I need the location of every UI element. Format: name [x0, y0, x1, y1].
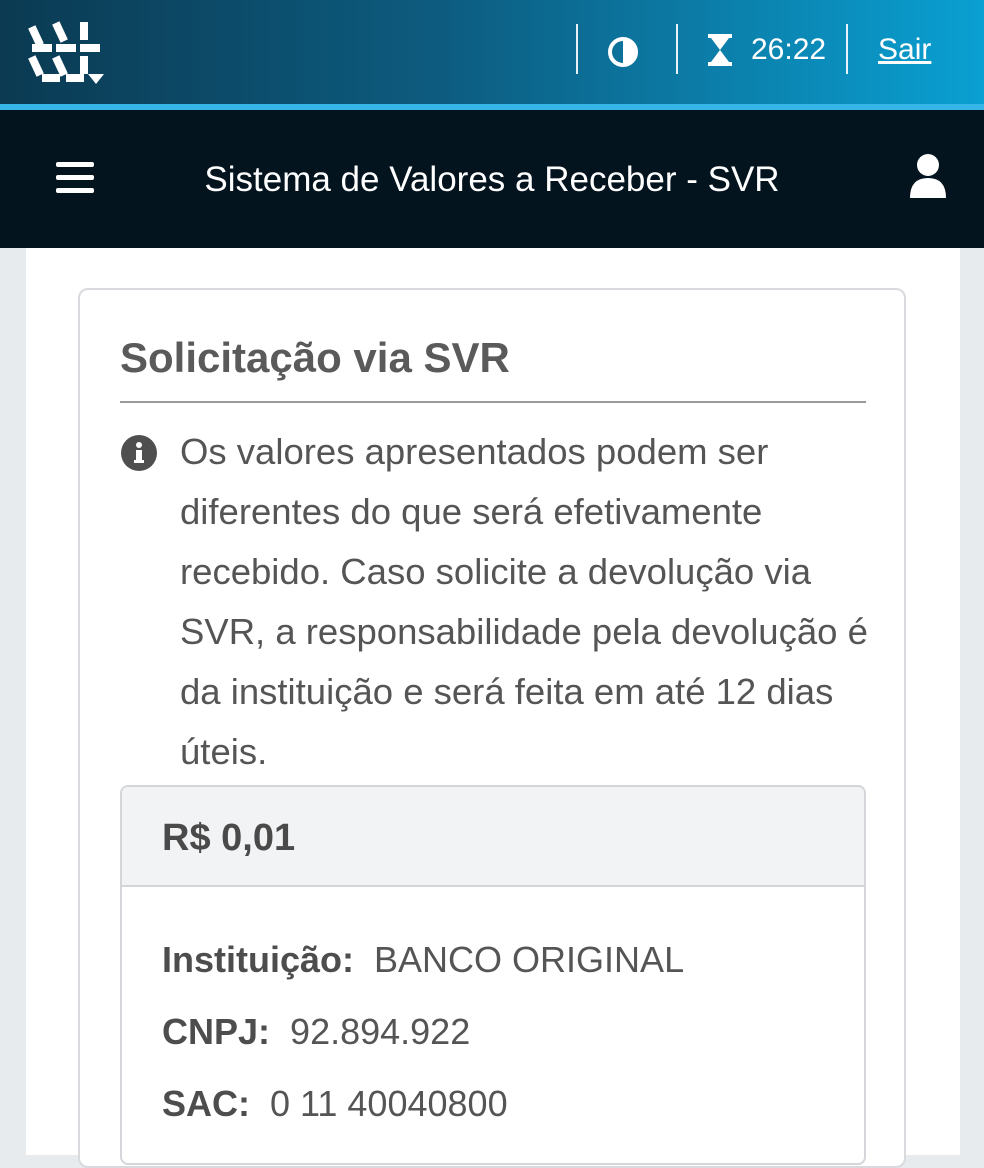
- value-card: R$ 0,01 Instituição: BANCO ORIGINAL CNPJ…: [120, 785, 866, 1165]
- user-icon[interactable]: [906, 152, 950, 200]
- hourglass-icon: [708, 34, 732, 66]
- sac-label: SAC:: [162, 1083, 250, 1124]
- contrast-icon[interactable]: [607, 36, 639, 68]
- session-timer: 26:22: [751, 33, 827, 66]
- divider: [576, 24, 578, 74]
- info-message: Os valores apresentados podem ser difere…: [180, 431, 868, 772]
- cnpj-value: 92.894.922: [290, 1011, 471, 1052]
- sac-value: 0 11 40040800: [270, 1083, 508, 1124]
- info-icon: [121, 435, 157, 471]
- value-header: R$ 0,01: [122, 787, 864, 887]
- sac-row: SAC: 0 11 40040800: [162, 1081, 508, 1127]
- divider: [676, 24, 678, 74]
- card-title: Solicitação via SVR: [120, 334, 510, 381]
- app-title: Sistema de Valores a Receber - SVR: [204, 160, 780, 199]
- gov-logo-icon[interactable]: [26, 16, 108, 92]
- top-bar: 26:22 Sair: [0, 0, 984, 104]
- divider: [846, 24, 848, 74]
- institution-row: Instituição: BANCO ORIGINAL: [162, 937, 684, 983]
- cnpj-row: CNPJ: 92.894.922: [162, 1009, 470, 1055]
- title-divider: [120, 401, 866, 403]
- app-header: Sistema de Valores a Receber - SVR: [0, 110, 984, 248]
- institution-label: Instituição:: [162, 939, 355, 980]
- institution-value: BANCO ORIGINAL: [374, 939, 685, 980]
- cnpj-label: CNPJ:: [162, 1011, 271, 1052]
- logout-link[interactable]: Sair: [878, 30, 931, 70]
- value-amount: R$ 0,01: [162, 817, 296, 859]
